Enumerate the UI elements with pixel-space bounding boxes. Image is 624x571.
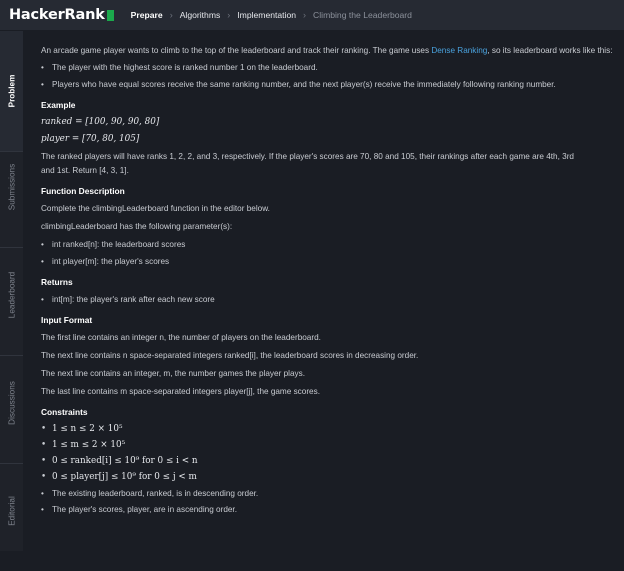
list-item: 0 ≤ player[j] ≤ 10⁹ for 0 ≤ j < m (41, 471, 616, 484)
list-item: The existing leaderboard, ranked, is in … (41, 487, 616, 500)
returns-heading: Returns (41, 276, 73, 287)
list-item: The player's scores, player, are in asce… (41, 503, 616, 516)
breadcrumb-prepare[interactable]: Prepare (131, 10, 163, 20)
intro-text-end: , so its leaderboard works like this: (487, 46, 613, 55)
ranking-rules-list: The player with the highest score is ran… (41, 61, 616, 91)
parameters-intro: climbingLeaderboard has the following pa… (41, 221, 233, 231)
function-description-heading: Function Description (41, 185, 125, 196)
logo-square-icon (106, 9, 114, 21)
input-format-line: The next line contains n space-separated… (41, 350, 419, 360)
list-item: Players who have equal scores receive th… (41, 78, 616, 91)
tab-label: Submissions (7, 163, 16, 211)
input-format-line: The next line contains an integer, m, th… (41, 368, 305, 378)
list-item: The player with the highest score is ran… (41, 61, 616, 74)
problem-statement: An arcade game player wants to climb to … (41, 44, 616, 520)
tab-label: Editorial (7, 496, 16, 526)
list-item: 1 ≤ n ≤ 2 × 10⁵ (41, 423, 616, 436)
dense-ranking-link[interactable]: Dense Ranking (431, 46, 487, 55)
chevron-right-icon: › (303, 10, 307, 20)
list-item: int[m]: the player's rank after each new… (41, 293, 616, 306)
example-heading: Example (41, 99, 76, 110)
player-equation: player = [70, 80, 105] (41, 133, 140, 144)
parameters-list: int ranked[n]: the leaderboard scores in… (41, 238, 616, 268)
tab-leaderboard[interactable]: Leaderboard (0, 235, 23, 356)
tab-discussions[interactable]: Discussions (0, 343, 23, 464)
top-navigation-bar: HackerRank Prepare › Algorithms › Implem… (0, 0, 624, 31)
intro-paragraph: An arcade game player wants to climb to … (41, 44, 616, 58)
constraints-list: 1 ≤ n ≤ 2 × 10⁵ 1 ≤ m ≤ 2 × 10⁵ 0 ≤ rank… (41, 423, 616, 516)
returns-list: int[m]: the player's rank after each new… (41, 293, 616, 306)
list-item: int player[m]: the player's scores (41, 255, 616, 268)
tab-submissions[interactable]: Submissions (0, 127, 23, 248)
breadcrumb: Prepare › Algorithms › Implementation › … (131, 10, 412, 20)
hackerrank-logo[interactable]: HackerRank (9, 7, 114, 23)
list-item: 0 ≤ ranked[i] ≤ 10⁹ for 0 ≤ i < n (41, 455, 616, 468)
constraints-heading: Constraints (41, 406, 88, 417)
breadcrumb-algorithms[interactable]: Algorithms (180, 10, 221, 20)
list-item: int ranked[n]: the leaderboard scores (41, 238, 616, 251)
logo-text: HackerRank (9, 7, 105, 23)
vertical-tab-bar: Problem Submissions Leaderboard Discussi… (0, 31, 23, 551)
chevron-right-icon: › (169, 10, 173, 20)
example-explanation-line: and 1st. Return [4, 3, 1]. (41, 165, 129, 175)
chevron-right-icon: › (227, 10, 231, 20)
tab-editorial[interactable]: Editorial (0, 451, 23, 571)
tab-label: Problem (7, 74, 16, 108)
breadcrumb-current-page: Climbing the Leaderboard (313, 10, 412, 20)
breadcrumb-implementation[interactable]: Implementation (237, 10, 296, 20)
input-format-line: The last line contains m space-separated… (41, 386, 320, 396)
intro-text: An arcade game player wants to climb to … (41, 46, 432, 55)
tab-label: Discussions (7, 381, 16, 425)
list-item: 1 ≤ m ≤ 2 × 10⁵ (41, 439, 616, 452)
example-explanation-line: The ranked players will have ranks 1, 2,… (41, 151, 574, 161)
ranked-equation: ranked = [100, 90, 90, 80] (41, 116, 160, 127)
input-format-line: The first line contains an integer n, th… (41, 332, 321, 342)
function-description-text: Complete the climbingLeaderboard functio… (41, 203, 270, 213)
tab-label: Leaderboard (7, 271, 16, 319)
input-format-heading: Input Format (41, 314, 93, 325)
